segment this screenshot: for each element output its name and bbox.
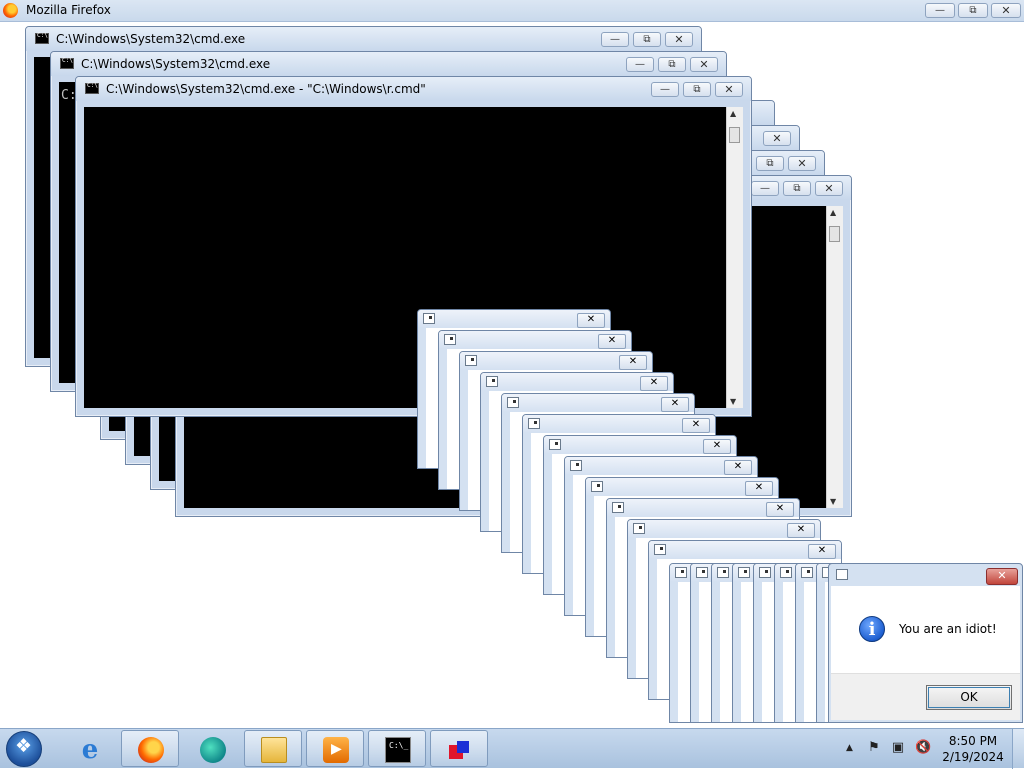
app-icon <box>591 481 603 492</box>
vertical-scrollbar[interactable]: ▲ ▼ <box>826 206 843 508</box>
minimize-button[interactable]: — <box>751 181 779 196</box>
firefox-icon <box>3 3 18 18</box>
taskbar: e ▲ ⚑ ▣ 🔇 8:50 PM 2/19/2024 <box>0 728 1024 769</box>
app-icon <box>612 502 624 513</box>
restore-button[interactable]: ⧉ <box>756 156 784 171</box>
cmd-window-title: C:\Windows\System32\cmd.exe - "C:\Window… <box>106 82 426 96</box>
minimize-button[interactable]: — <box>925 3 955 18</box>
close-button[interactable]: ✕ <box>986 568 1018 585</box>
taskbar-internet-explorer[interactable]: e <box>60 730 118 767</box>
minimize-button[interactable]: — <box>601 32 629 47</box>
taskbar-app[interactable] <box>430 730 488 767</box>
taskbar-edge[interactable] <box>183 730 241 767</box>
close-button[interactable]: ✕ <box>788 156 816 171</box>
clock-time[interactable]: 8:50 PM <box>945 734 1001 748</box>
app-icon <box>738 567 750 578</box>
close-button[interactable]: ✕ <box>991 3 1021 18</box>
information-icon: i <box>859 616 885 642</box>
minimize-button[interactable]: — <box>651 82 679 97</box>
close-button[interactable]: ✕ <box>665 32 693 47</box>
restore-button[interactable]: ⧉ <box>658 57 686 72</box>
taskbar-file-explorer[interactable] <box>244 730 302 767</box>
action-center-flag-icon[interactable]: ⚑ <box>867 741 881 755</box>
close-button[interactable]: ✕ <box>690 57 718 72</box>
cmd-icon <box>35 32 49 44</box>
close-button[interactable]: ✕ <box>619 355 647 370</box>
taskbar-firefox[interactable] <box>121 730 179 767</box>
show-desktop-button[interactable] <box>1012 729 1024 769</box>
restore-button[interactable]: ⧉ <box>958 3 988 18</box>
app-icon <box>444 334 456 345</box>
edge-icon <box>200 737 226 763</box>
firefox-title-bar[interactable]: Mozilla Firefox — ⧉ ✕ <box>0 0 1024 22</box>
app-icon <box>717 567 729 578</box>
app-icon <box>549 439 561 450</box>
close-button[interactable]: ✕ <box>763 131 791 146</box>
taskbar-cmd[interactable] <box>368 730 426 767</box>
cmd-icon <box>60 57 74 69</box>
close-button[interactable]: ✕ <box>724 460 752 475</box>
app-icon <box>654 544 666 555</box>
close-button[interactable]: ✕ <box>715 82 743 97</box>
volume-muted-icon[interactable]: 🔇 <box>915 741 931 755</box>
show-hidden-icons-button[interactable]: ▲ <box>846 743 853 753</box>
cmd-icon <box>385 737 411 763</box>
app-icon <box>780 567 792 578</box>
internet-explorer-icon: e <box>81 735 99 765</box>
close-button[interactable]: ✕ <box>808 544 836 559</box>
cmd-window-title: C:\Windows\System32\cmd.exe <box>56 32 246 46</box>
app-icon <box>836 569 848 580</box>
idiot-message-box[interactable]: ✕ i You are an idiot! OK <box>828 563 1023 723</box>
app-icon <box>465 355 477 366</box>
close-button[interactable]: ✕ <box>766 502 794 517</box>
app-icon <box>528 418 540 429</box>
close-button[interactable]: ✕ <box>787 523 815 538</box>
cmd-window-title: C:\Windows\System32\cmd.exe <box>81 57 271 71</box>
network-icon[interactable]: ▣ <box>891 741 905 755</box>
app-icon <box>696 567 708 578</box>
close-button[interactable]: ✕ <box>745 481 773 496</box>
restore-button[interactable]: ⧉ <box>683 82 711 97</box>
close-button[interactable]: ✕ <box>703 439 731 454</box>
restore-button[interactable]: ⧉ <box>633 32 661 47</box>
dialog-message: You are an idiot! <box>899 622 997 636</box>
file-explorer-icon <box>261 737 287 763</box>
close-button[interactable]: ✕ <box>598 334 626 349</box>
vertical-scrollbar[interactable]: ▲ ▼ <box>726 107 743 408</box>
media-player-icon <box>323 737 349 763</box>
start-button[interactable] <box>6 731 42 767</box>
taskbar-media-player[interactable] <box>306 730 364 767</box>
app-icon <box>507 397 519 408</box>
app-icon <box>759 567 771 578</box>
app-icon <box>570 460 582 471</box>
restore-button[interactable]: ⧉ <box>783 181 811 196</box>
close-button[interactable]: ✕ <box>640 376 668 391</box>
app-icon <box>801 567 813 578</box>
app-icon <box>633 523 645 534</box>
cmd-icon <box>85 82 99 94</box>
app-icon <box>486 376 498 387</box>
close-button[interactable]: ✕ <box>682 418 710 433</box>
close-button[interactable]: ✕ <box>577 313 605 328</box>
clock-date[interactable]: 2/19/2024 <box>939 750 1007 764</box>
app-cube-icon <box>447 737 473 763</box>
firefox-icon <box>138 737 164 763</box>
app-icon <box>423 313 435 324</box>
ok-button[interactable]: OK <box>926 685 1012 710</box>
app-icon <box>675 567 687 578</box>
window-title: Mozilla Firefox <box>26 3 111 17</box>
close-button[interactable]: ✕ <box>661 397 689 412</box>
close-button[interactable]: ✕ <box>815 181 843 196</box>
minimize-button[interactable]: — <box>626 57 654 72</box>
